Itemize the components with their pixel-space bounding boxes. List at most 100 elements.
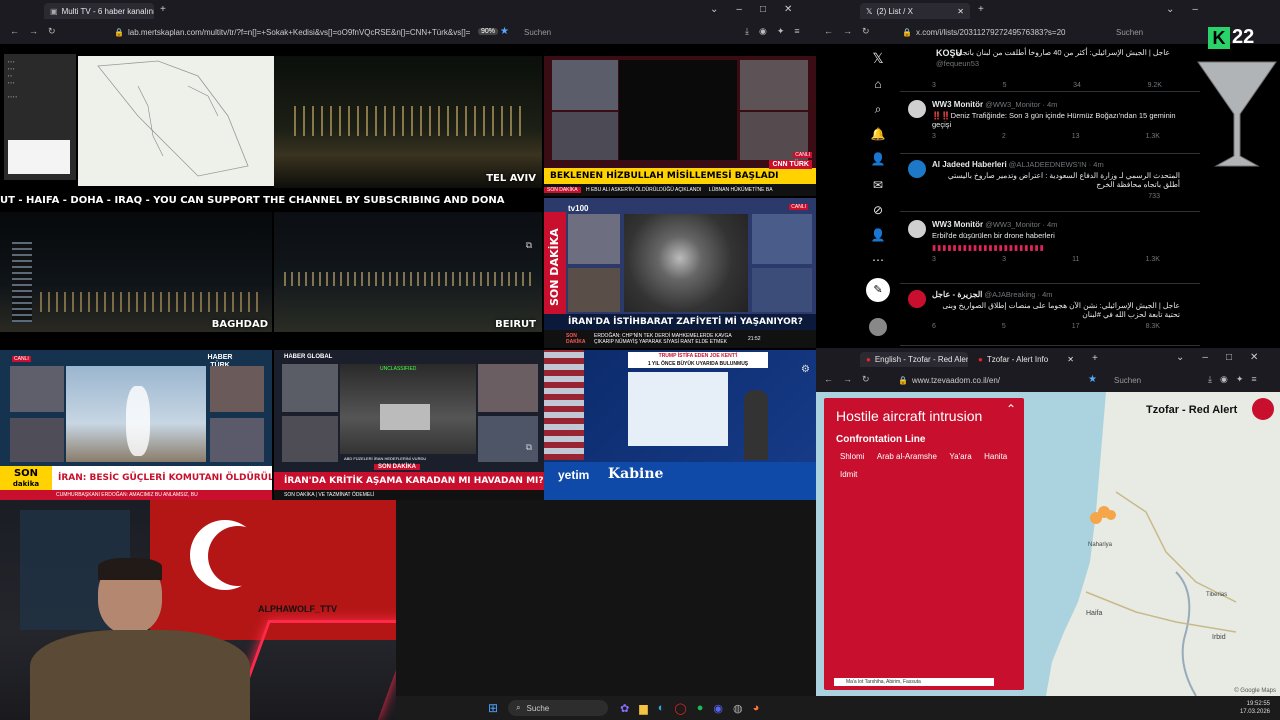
taskbar-clock[interactable]: 19:52:55 17.03.2026 [1240,700,1270,716]
left-tab[interactable]: ▣ Multi TV - 6 haber kanalını aynı ✕ [44,3,154,19]
maximize-icon[interactable]: □ [760,4,766,15]
view-count[interactable]: 1.3K [1146,256,1160,263]
alert-search-box[interactable]: Suchen [1108,374,1198,387]
edge-icon[interactable]: ◐ [658,702,665,715]
retweet-count[interactable]: 2 [1002,133,1006,140]
cnn-panel-2 [619,60,737,160]
forward-icon[interactable]: → [843,26,852,37]
alert-tab-2[interactable]: ● Tzofar - Alert Info ✕ [972,352,1080,367]
twitter-search-box[interactable]: Suchen [1110,26,1190,39]
new-tab-button[interactable]: + [1092,353,1098,364]
new-tab-button[interactable]: + [978,4,984,15]
like-count[interactable]: 34 [1073,82,1081,89]
gear-icon[interactable]: ⚙ [801,364,810,375]
discord-icon[interactable]: ◉ [713,702,723,715]
like-count[interactable]: 13 [1072,133,1080,140]
forward-icon[interactable]: → [843,374,852,385]
back-icon[interactable]: ← [10,26,19,37]
taskbar-search[interactable]: ⌕ Suche [508,700,609,716]
steam-icon[interactable]: ◍ [733,702,743,715]
cnn-panel-3 [740,60,808,110]
pip-icon-2[interactable]: ⧉ [526,442,532,453]
x-logo-icon[interactable]: 𝕏 [870,50,886,66]
twitter-tab[interactable]: 𝕏 (2) List / X ✕ [860,3,970,19]
download-icon[interactable]: ⤓ [745,26,749,37]
extensions-icon[interactable]: ✦ [1236,374,1244,385]
bookmark-star-icon[interactable]: ★ [1088,374,1097,385]
account-icon[interactable]: ◉ [759,26,767,37]
view-count[interactable]: 733 [1148,193,1160,200]
reload-icon[interactable]: ↻ [862,26,870,37]
view-count[interactable]: 8.3K [1146,323,1160,330]
menu-icon[interactable]: ≡ [794,26,799,37]
menu-icon[interactable]: ≡ [1251,374,1256,385]
reply-count[interactable]: 3 [932,256,936,263]
reload-icon[interactable]: ↻ [862,374,870,385]
alert-url-bar[interactable]: 🔒 www.tzevaadom.co.il/en/ [892,374,1092,387]
new-tab-button[interactable]: + [160,4,166,15]
minimize-icon[interactable]: – [736,4,742,15]
chevron-down-icon[interactable]: ⌄ [1166,4,1174,15]
like-count[interactable]: 17 [1072,323,1080,330]
folder-icon[interactable]: ▆ [639,702,647,715]
post-button[interactable]: ✎ [866,278,890,302]
close-icon[interactable]: ✕ [957,7,964,16]
alert-window-controls: ⌄ – □ ✕ [1176,352,1258,363]
close-window-icon[interactable]: ✕ [784,4,792,15]
view-count[interactable]: 9.2K [1148,82,1162,89]
reply-count[interactable]: 3 [932,82,936,89]
top-tweet[interactable]: عاجل | الجيش الإسرائيلي: أكثر من 40 صارو… [900,44,1200,92]
follow-icon[interactable]: 👤 [870,151,886,167]
explore-icon[interactable]: ⌕ [870,101,886,117]
spotify-icon[interactable]: ● [697,702,704,715]
twitter-url-text: x.com/i/lists/2031127927249576383?s=20 [915,28,1066,37]
messages-icon[interactable]: ✉ [870,177,886,193]
back-icon[interactable]: ← [824,374,833,385]
twitter-url-bar[interactable]: 🔒 x.com/i/lists/2031127927249576383?s=20 [896,26,1066,39]
clock-date: 17.03.2026 [1239,709,1270,715]
close-window-icon[interactable]: ✕ [1250,352,1258,363]
close-icon[interactable]: ✕ [1067,355,1074,364]
account-avatar[interactable] [869,318,887,336]
left-search-box[interactable]: Suchen [518,26,728,39]
tweet-1[interactable]: WW3 Monitör @WW3_Monitor · 4m ‼️‼️Deniz … [900,94,1200,154]
copilot-icon[interactable]: ✿ [620,702,629,715]
reload-icon[interactable]: ↻ [48,26,56,37]
maximize-icon[interactable]: □ [1226,352,1232,363]
bookmark-star-icon[interactable]: ★ [500,26,509,37]
tweet-3[interactable]: WW3 Monitör @WW3_Monitor · 4m Erbil'de d… [900,214,1200,284]
cnn-headline-text: BEKLENEN HİZBULLAH MİSİLLEMESİ BAŞLADI [550,171,779,181]
retweet-count[interactable]: 3 [1002,256,1006,263]
home-icon[interactable]: ⌂ [870,76,886,92]
left-url-bar[interactable]: 🔒 lab.mertskaplan.com/multitv/tr/?f=n[]=… [108,26,514,39]
reply-count[interactable]: 6 [932,323,936,330]
tweet-2[interactable]: Al Jadeed Haberleri @ALJADEEDNEWS'IN · 4… [900,154,1200,212]
firefox-icon[interactable]: ◕ [753,702,760,715]
more-icon[interactable]: ⋯ [870,252,886,268]
minimize-icon[interactable]: – [1202,352,1208,363]
forward-icon[interactable]: → [29,26,38,37]
extensions-icon[interactable]: ✦ [777,26,785,37]
view-count[interactable]: 1.3K [1146,133,1160,140]
chevron-down-icon[interactable]: ⌄ [1176,352,1184,363]
chevron-down-icon[interactable]: ⌄ [710,4,718,15]
account-icon[interactable]: ◉ [1220,374,1228,385]
pip-icon[interactable]: ⧉ [526,240,532,251]
grok-icon[interactable]: ⊘ [870,202,886,218]
tweet-4[interactable]: الجزيرة - عاجل @AJABreaking · 4m عاجل | … [900,284,1200,346]
notifications-icon[interactable]: 🔔 [870,126,886,142]
opera-icon[interactable]: ◯ [674,702,686,715]
download-icon[interactable]: ⤓ [1208,374,1212,385]
retweet-count[interactable]: 5 [1002,323,1006,330]
retweet-count[interactable]: 5 [1003,82,1007,89]
like-count[interactable]: 11 [1072,256,1079,263]
profile-icon[interactable]: 👤 [870,227,886,243]
alert-dot-3[interactable] [1106,510,1116,520]
chevron-up-icon[interactable]: ⌃ [1006,402,1016,416]
reply-count[interactable]: 3 [932,133,936,140]
start-icon[interactable]: ⊞ [488,701,498,715]
zoom-badge[interactable]: 90% [478,28,499,35]
back-icon[interactable]: ← [824,26,833,37]
alert-tab-1[interactable]: ● English - Tzofar - Red Alert ✕ [860,352,968,367]
minimize-icon[interactable]: – [1192,4,1198,15]
